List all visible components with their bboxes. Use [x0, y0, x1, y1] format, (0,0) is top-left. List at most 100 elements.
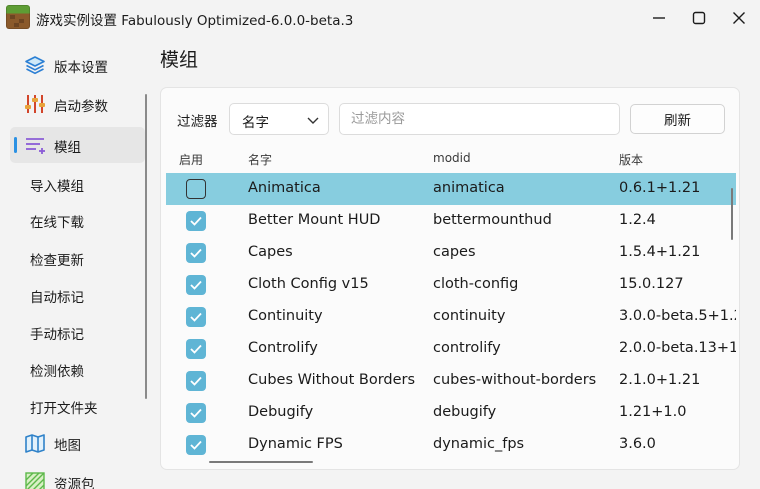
layers-icon — [25, 56, 45, 75]
table-row[interactable]: Animatica animatica 0.6.1+1.21 — [166, 173, 736, 205]
sidebar-item-label: 模组 — [54, 140, 81, 156]
mod-name: Capes — [248, 244, 293, 260]
table-row[interactable]: Debugify debugify 1.21+1.0 — [166, 397, 736, 429]
texture-icon — [25, 472, 45, 489]
close-icon — [733, 12, 745, 24]
checkmark-icon — [190, 408, 202, 418]
sidebar-item-label: 检查更新 — [30, 253, 84, 269]
header-modid[interactable]: modid — [433, 151, 471, 165]
chevron-down-icon — [307, 117, 319, 124]
mod-version: 2.1.0+1.21 — [619, 372, 701, 388]
table-row[interactable]: Better Mount HUD bettermounthud 1.2.4 — [166, 205, 736, 237]
filter-search-input[interactable] — [339, 103, 620, 135]
mod-name: Dynamic FPS — [248, 436, 343, 452]
enabled-checkbox[interactable] — [186, 371, 206, 391]
mod-name: Cloth Config v15 — [248, 276, 369, 292]
sidebar-scrollbar[interactable] — [145, 94, 147, 399]
header-enabled[interactable]: 启用 — [179, 151, 203, 168]
mod-name: Animatica — [248, 180, 321, 196]
mod-version: 3.6.0 — [619, 436, 656, 452]
enabled-checkbox[interactable] — [186, 435, 206, 455]
sidebar-item-launch-args[interactable]: 启动参数 — [10, 86, 145, 122]
mod-version: 15.0.127 — [619, 276, 684, 292]
table-row[interactable]: Cubes Without Borders cubes-without-bord… — [166, 365, 736, 397]
sidebar-item-label: 自动标记 — [30, 290, 84, 306]
enabled-checkbox[interactable] — [186, 307, 206, 327]
mod-name: Better Mount HUD — [248, 212, 381, 228]
mod-version: 3.0.0-beta.5+1.21 — [619, 308, 736, 324]
table-row[interactable]: Cloth Config v15 cloth-config 15.0.127 — [166, 269, 736, 301]
sidebar-item-check-dependencies[interactable]: 检测依赖 — [10, 351, 145, 387]
sidebar-item-online-download[interactable]: 在线下载 — [10, 202, 145, 238]
title-bar: 游戏实例设置 Fabulously Optimized-6.0.0-beta.3 — [0, 0, 760, 36]
sidebar-item-mods[interactable]: 模组 — [10, 127, 145, 163]
maximize-icon — [692, 11, 706, 25]
enabled-checkbox[interactable] — [186, 275, 206, 295]
enabled-checkbox[interactable] — [186, 211, 206, 231]
mod-version: 1.5.4+1.21 — [619, 244, 701, 260]
mod-id: bettermounthud — [433, 212, 552, 228]
checkmark-icon — [190, 216, 202, 226]
header-version[interactable]: 版本 — [619, 151, 643, 168]
window-title: 游戏实例设置 Fabulously Optimized-6.0.0-beta.3 — [36, 13, 354, 29]
mod-version: 1.21+1.0 — [619, 404, 687, 420]
checkmark-icon — [190, 280, 202, 290]
mod-version: 2.0.0-beta.13+1.2 — [619, 340, 736, 356]
sidebar-item-label: 地图 — [54, 438, 81, 454]
enabled-checkbox[interactable] — [186, 179, 206, 199]
mod-id: cloth-config — [433, 276, 519, 292]
mod-id: controlify — [433, 340, 501, 356]
mod-version: 1.2.4 — [619, 212, 656, 228]
mod-id: dynamic_fps — [433, 436, 525, 452]
table-row[interactable]: Controlify controlify 2.0.0-beta.13+1.2 — [166, 333, 736, 365]
table-horizontal-scrollbar[interactable] — [209, 461, 313, 463]
sidebar-item-label: 打开文件夹 — [30, 401, 98, 417]
sidebar: 版本设置 启动参数 模组 导入模组 在线下载 检查更新 自动标记 手动标记 检测… — [0, 44, 150, 489]
enabled-checkbox[interactable] — [186, 403, 206, 423]
sidebar-item-label: 启动参数 — [54, 99, 108, 115]
checkmark-icon — [190, 376, 202, 386]
enabled-checkbox[interactable] — [186, 339, 206, 359]
mod-id: continuity — [433, 308, 506, 324]
refresh-button[interactable]: 刷新 — [630, 104, 725, 134]
sidebar-item-label: 手动标记 — [30, 327, 84, 343]
sidebar-item-auto-mark[interactable]: 自动标记 — [10, 277, 145, 313]
header-name[interactable]: 名字 — [248, 151, 272, 168]
sidebar-item-maps[interactable]: 地图 — [10, 425, 145, 461]
enabled-checkbox[interactable] — [186, 243, 206, 263]
checkmark-icon — [190, 344, 202, 354]
filter-field-select[interactable]: 名字 — [229, 103, 329, 135]
sidebar-item-version-settings[interactable]: 版本设置 — [10, 47, 145, 83]
minimize-icon — [653, 17, 665, 19]
sidebar-item-manual-mark[interactable]: 手动标记 — [10, 314, 145, 350]
minimize-button[interactable] — [648, 7, 670, 29]
table-row[interactable]: Capes capes 1.5.4+1.21 — [166, 237, 736, 269]
sidebar-item-label: 版本设置 — [54, 60, 108, 76]
map-icon — [25, 434, 45, 453]
sidebar-item-check-updates[interactable]: 检查更新 — [10, 240, 145, 276]
mod-id: animatica — [433, 180, 505, 196]
maximize-button[interactable] — [688, 7, 710, 29]
table-header: 启用 名字 modid 版本 — [161, 148, 739, 168]
page-title: 模组 — [160, 49, 199, 71]
close-button[interactable] — [728, 7, 750, 29]
mod-id: capes — [433, 244, 476, 260]
table-vertical-scrollbar[interactable] — [731, 188, 733, 240]
checkmark-icon — [190, 248, 202, 258]
sidebar-item-label: 资源包 — [54, 477, 95, 489]
checkmark-icon — [190, 312, 202, 322]
mods-table-body: Animatica animatica 0.6.1+1.21 Better Mo… — [166, 173, 736, 463]
sliders-icon — [25, 95, 45, 113]
mods-card: 过滤器 名字 刷新 启用 名字 modid 版本 Animatica anima… — [160, 87, 740, 470]
mod-name: Cubes Without Borders — [248, 372, 416, 388]
app-grass-block-icon — [6, 5, 30, 29]
list-icon — [26, 138, 45, 154]
sidebar-item-open-folder[interactable]: 打开文件夹 — [10, 388, 145, 424]
sidebar-item-import-mods[interactable]: 导入模组 — [10, 166, 145, 202]
table-row[interactable]: Dynamic FPS dynamic_fps 3.6.0 — [166, 429, 736, 461]
sidebar-item-resource-packs[interactable]: 资源包 — [10, 464, 145, 489]
filter-label: 过滤器 — [177, 114, 218, 130]
table-row[interactable]: Continuity continuity 3.0.0-beta.5+1.21 — [166, 301, 736, 333]
mod-name: Debugify — [248, 404, 314, 420]
checkmark-icon — [190, 440, 202, 450]
